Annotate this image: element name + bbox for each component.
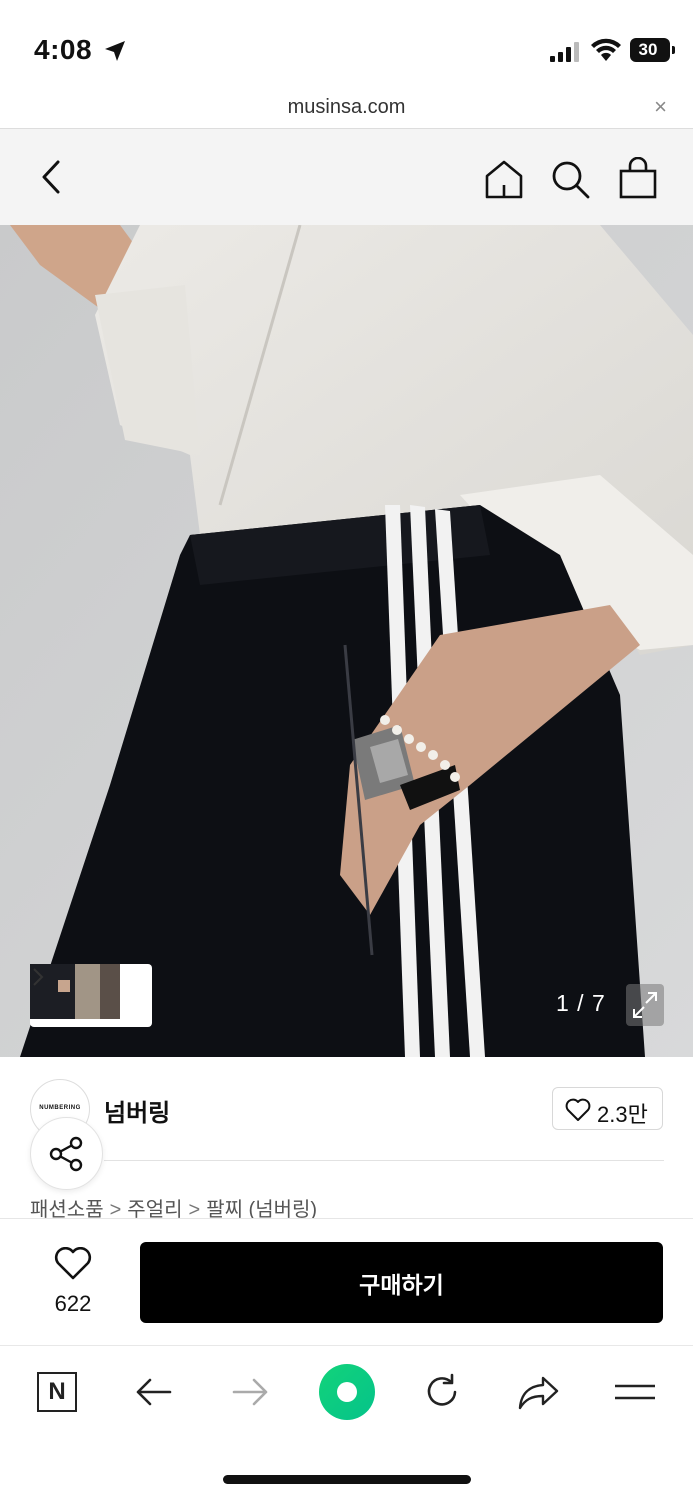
url-bar[interactable]: musinsa.com × [0, 88, 693, 128]
url-close-button[interactable]: × [654, 94, 667, 120]
location-arrow-icon [105, 41, 125, 61]
brand-logo-text: NUMBERING [39, 1105, 81, 1111]
search-icon[interactable] [550, 159, 590, 199]
image-counter: 1 / 7 [556, 990, 606, 1016]
brand-like-count: 2.3만 [597, 1102, 648, 1127]
brand-like-button[interactable]: 2.3만 [552, 1087, 663, 1130]
product-photo [0, 225, 693, 1057]
expand-icon [633, 992, 657, 1018]
back-chevron-icon[interactable] [36, 159, 68, 195]
battery-icon: 30 [630, 38, 675, 62]
share-arrow-icon[interactable] [517, 1372, 561, 1412]
purchase-bar: 622 구매하기 [0, 1218, 693, 1345]
forward-arrow-icon[interactable] [230, 1372, 270, 1412]
status-bar: 4:08 30 [0, 0, 693, 88]
home-indicator[interactable] [223, 1475, 471, 1484]
wishlist-heart-icon[interactable] [54, 1247, 92, 1281]
site-header [0, 128, 693, 225]
status-time: 4:08 [34, 34, 93, 65]
reload-icon[interactable] [422, 1372, 462, 1412]
home-icon[interactable] [484, 159, 524, 199]
back-arrow-icon[interactable] [134, 1372, 174, 1412]
product-image[interactable]: 1 / 7 [0, 225, 693, 1057]
shopping-bag-icon[interactable] [618, 157, 658, 199]
share-button[interactable] [30, 1117, 103, 1190]
expand-button[interactable] [626, 984, 664, 1026]
naver-n-icon[interactable]: N [37, 1372, 77, 1412]
green-dot-icon[interactable] [319, 1364, 375, 1420]
brand-section: NUMBERING 넘버링 2.3만 패션소품 > 주얼리 > 팔찌 (넘버링) [0, 1057, 693, 1221]
menu-icon[interactable] [614, 1372, 656, 1412]
url-text[interactable]: musinsa.com [0, 96, 693, 119]
heart-icon [565, 1098, 591, 1121]
wifi-icon [591, 38, 621, 61]
thumbnail-chevron-icon[interactable] [30, 964, 46, 990]
signal-icon [550, 42, 579, 62]
share-icon [49, 1136, 83, 1172]
buy-button[interactable]: 구매하기 [140, 1242, 663, 1323]
thumbnail-strip[interactable] [30, 964, 152, 1027]
brand-name[interactable]: 넘버링 [104, 1093, 170, 1128]
divider [104, 1160, 664, 1161]
wishlist-count: 622 [54, 1291, 92, 1316]
battery-level: 30 [638, 40, 658, 59]
